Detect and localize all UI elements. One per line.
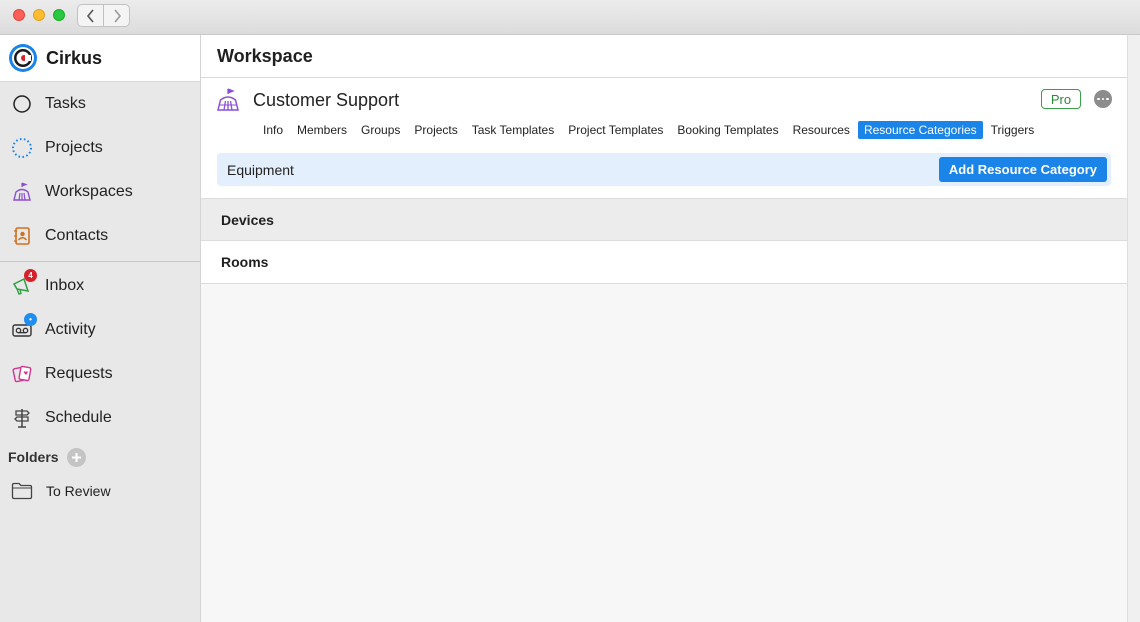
list-item[interactable]: Rooms [201,241,1127,284]
tab-info[interactable]: Info [257,121,289,139]
sidebar-item-label: Contacts [45,227,109,244]
sidebar-item-label: Tasks [45,95,86,112]
tab-booking-templates[interactable]: Booking Templates [671,121,784,139]
dotted-circle-icon [11,137,33,159]
category-bar: Equipment Add Resource Category [217,153,1111,186]
resource-category-list: Devices Rooms [201,198,1127,284]
sidebar-item-contacts[interactable]: Contacts [0,214,200,258]
forward-button[interactable] [103,5,129,26]
sidebar-item-label: Projects [45,139,103,156]
tent-icon [11,181,33,203]
tab-resources[interactable]: Resources [787,121,856,139]
tent-icon [217,88,239,111]
cards-icon [11,363,33,385]
sidebar-item-workspaces[interactable]: Workspaces [0,170,200,214]
plan-badge: Pro [1041,89,1081,109]
sidebar-item-label: Requests [45,365,113,382]
brand-header[interactable]: Cirkus [0,35,200,82]
back-button[interactable] [78,5,103,26]
zoom-window-button[interactable] [53,9,65,21]
workspace-row: Customer Support Pro [201,78,1127,122]
right-panel-edge [1127,35,1140,622]
sidebar-item-schedule[interactable]: Schedule [0,396,200,440]
page-title: Workspace [201,35,1127,78]
inbox-count-badge: 4 [24,269,37,282]
sidebar-item-tasks[interactable]: Tasks [0,82,200,126]
more-options-button[interactable] [1094,90,1112,108]
sidebar: Cirkus Tasks Projects Workspaces Contact… [0,35,201,622]
tab-project-templates[interactable]: Project Templates [562,121,669,139]
more-dot-icon [1106,97,1109,101]
close-window-button[interactable] [13,9,25,21]
history-nav [77,4,130,27]
cirkus-logo-icon [9,44,37,72]
plus-icon [71,452,81,462]
main-content: Workspace Customer Support Pro Info Memb… [201,35,1127,622]
workspace-name: Customer Support [253,89,400,110]
app-name: Cirkus [46,47,103,68]
signpost-icon [11,407,33,429]
voicemail-icon: • [11,313,37,341]
chevron-right-icon [113,8,121,23]
contact-book-icon [11,225,33,247]
add-folder-button[interactable] [66,447,86,467]
sidebar-folder-to-review[interactable]: To Review [0,474,200,508]
folders-header: Folders [0,440,200,474]
folder-label: To Review [46,483,111,499]
minimize-window-button[interactable] [33,9,45,21]
window-titlebar [0,0,1140,35]
tab-groups[interactable]: Groups [355,121,406,139]
sidebar-item-inbox[interactable]: 4 Inbox [0,264,200,308]
folders-heading: Folders [8,449,59,465]
list-item[interactable]: Devices [201,198,1127,241]
sidebar-item-label: Workspaces [45,183,133,200]
workspace-header: Workspace Customer Support Pro Info Memb… [201,35,1127,198]
category-name: Equipment [227,161,294,178]
folder-icon [11,482,33,500]
activity-indicator-badge: • [24,313,37,326]
tab-task-templates[interactable]: Task Templates [466,121,560,139]
sidebar-item-activity[interactable]: • Activity [0,308,200,352]
workspace-tabs: Info Members Groups Projects Task Templa… [257,120,1042,140]
tab-triggers[interactable]: Triggers [985,121,1041,139]
sidebar-item-label: Inbox [45,277,85,294]
tab-resource-categories[interactable]: Resource Categories [857,121,983,139]
sidebar-item-label: Schedule [45,409,112,426]
more-dot-icon [1101,97,1105,101]
chevron-left-icon [86,8,94,23]
tab-projects[interactable]: Projects [408,121,463,139]
more-dot-icon [1097,97,1100,101]
sidebar-item-label: Activity [45,321,96,338]
circle-icon [11,93,33,115]
tab-members[interactable]: Members [291,121,353,139]
add-resource-category-button[interactable]: Add Resource Category [938,157,1107,182]
sidebar-divider [0,261,200,262]
sidebar-item-requests[interactable]: Requests [0,352,200,396]
megaphone-icon: 4 [11,269,37,297]
sidebar-item-projects[interactable]: Projects [0,126,200,170]
